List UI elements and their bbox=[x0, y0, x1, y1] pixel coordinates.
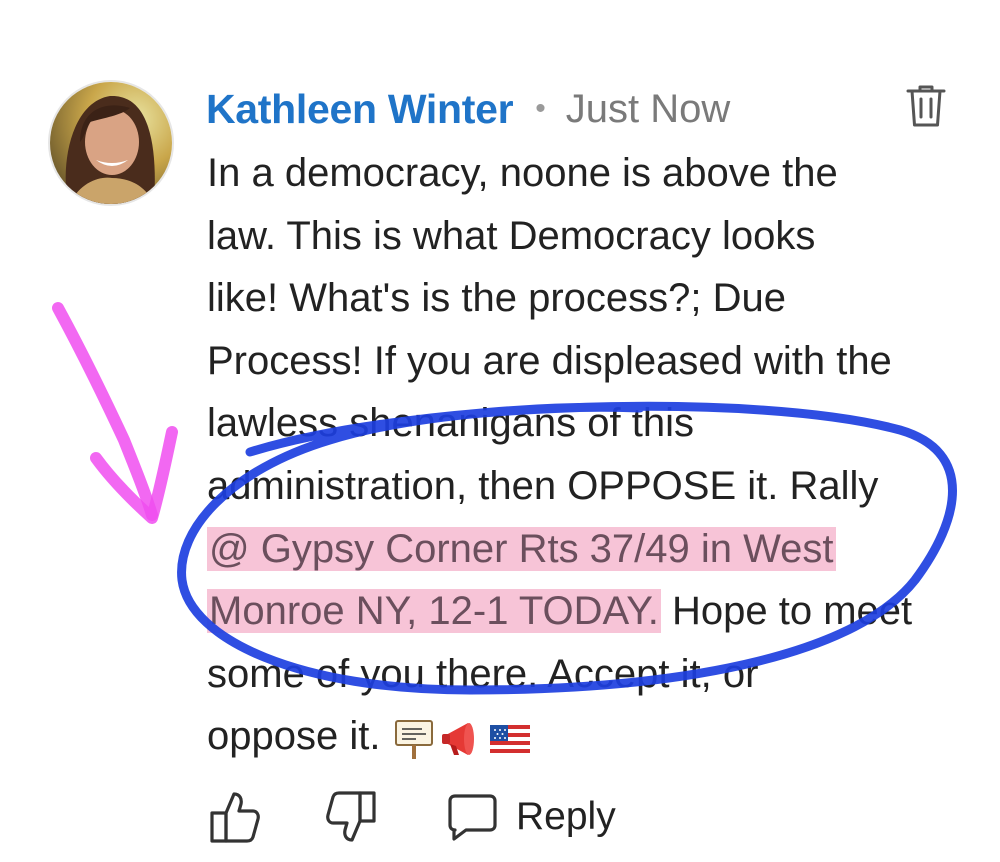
body-line: Process! If you are displeased with the bbox=[207, 338, 892, 383]
timestamp: Just Now bbox=[565, 86, 731, 131]
us-flag-emoji bbox=[490, 724, 531, 753]
author-name[interactable]: Kathleen Winter bbox=[206, 86, 514, 133]
body-line-highlighted: @ Gypsy Corner Rts 37/49 in West bbox=[207, 518, 967, 581]
comment-body: In a democracy, noone is above the law. … bbox=[207, 142, 967, 768]
body-line: administration, then OPPOSE it. Rally bbox=[207, 463, 879, 508]
highlighted-location: @ Gypsy Corner Rts 37/49 in West bbox=[207, 526, 836, 571]
comment-header: Kathleen Winter • Just Now bbox=[206, 84, 730, 134]
body-line: like! What's is the process?; Due bbox=[207, 276, 786, 321]
separator-dot: • bbox=[535, 92, 546, 125]
dislike-button[interactable] bbox=[324, 789, 378, 845]
delete-button[interactable] bbox=[904, 82, 948, 130]
speech-bubble-icon bbox=[448, 794, 497, 841]
annotation-arrow-head bbox=[90, 426, 178, 524]
body-line: lawless shenanigans of this bbox=[207, 401, 694, 446]
avatar[interactable] bbox=[48, 80, 174, 206]
body-line: oppose it. bbox=[207, 705, 967, 768]
body-text-segment: oppose it. bbox=[207, 714, 381, 759]
emoji-group bbox=[392, 717, 532, 761]
highlighted-time: Monroe NY, 12-1 TODAY. bbox=[207, 589, 661, 634]
placard-emoji bbox=[395, 719, 434, 759]
trash-icon bbox=[906, 85, 946, 127]
like-button[interactable] bbox=[208, 789, 262, 845]
body-text-segment: Hope to meet bbox=[660, 589, 913, 634]
comment: Kathleen Winter • Just Now In a democrac… bbox=[0, 0, 1000, 862]
megaphone-emoji bbox=[442, 722, 475, 755]
thumbs-down-icon bbox=[326, 791, 376, 842]
body-line: Monroe NY, 12-1 TODAY. Hope to meet bbox=[207, 580, 967, 643]
avatar-photo bbox=[50, 82, 172, 204]
reply-label: Reply bbox=[516, 795, 616, 838]
annotation-arrow bbox=[52, 302, 158, 521]
reply-button[interactable]: Reply bbox=[444, 789, 616, 845]
comment-actions: Reply bbox=[208, 784, 616, 850]
body-line: law. This is what Democracy looks bbox=[207, 213, 816, 258]
thumbs-up-icon bbox=[210, 792, 260, 843]
body-line: some of you there. Accept it, or bbox=[207, 651, 759, 696]
body-line: In a democracy, noone is above the bbox=[207, 151, 838, 195]
